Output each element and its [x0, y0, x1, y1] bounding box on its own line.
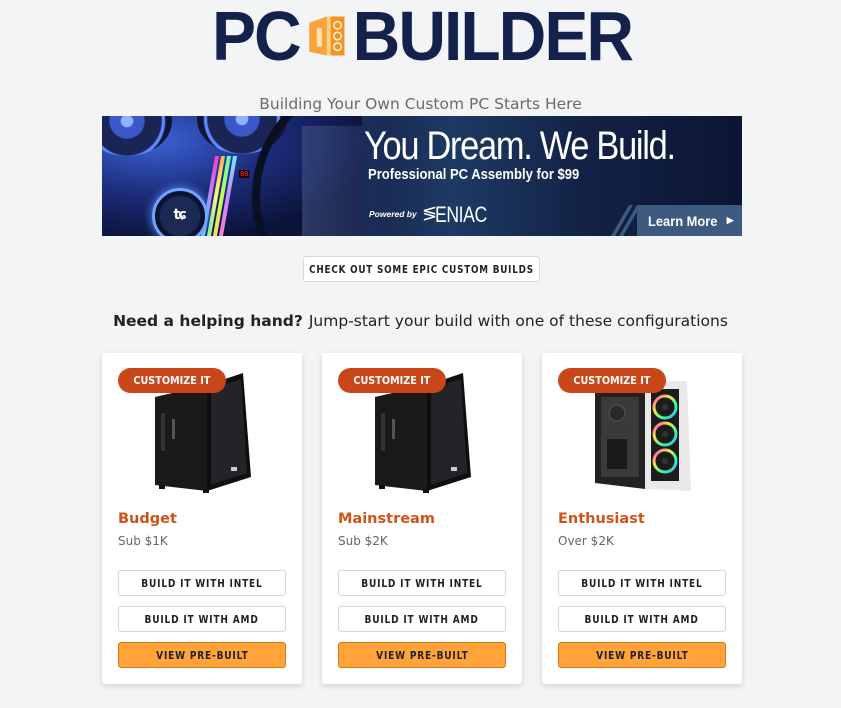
build-with-intel-button[interactable]: BUILD IT WITH INTEL — [338, 570, 506, 596]
partner-name: ENIAC — [435, 202, 487, 227]
card-subtitle: Sub $2K — [338, 534, 388, 548]
customize-it-badge[interactable]: CUSTOMIZE IT — [118, 368, 226, 393]
site-logo[interactable]: PC BUILDER — [212, 0, 634, 75]
helper-rest: Jump-start your build with one of these … — [308, 312, 728, 330]
customize-it-badge[interactable]: CUSTOMIZE IT — [338, 368, 446, 393]
debug-led: 80 — [239, 170, 250, 178]
card-title[interactable]: Enthusiast — [558, 511, 645, 527]
fan-graphic — [102, 116, 172, 156]
logo-text-builder: BUILDER — [352, 0, 634, 75]
pump-graphic: ʨ — [152, 188, 208, 236]
view-prebuilt-button[interactable]: VIEW PRE-BUILT — [338, 642, 506, 668]
build-with-intel-button[interactable]: BUILD IT WITH INTEL — [118, 570, 286, 596]
button-label: BUILD IT WITH AMD — [584, 612, 700, 626]
logo-text-pc: PC — [212, 0, 302, 75]
build-with-intel-button[interactable]: BUILD IT WITH INTEL — [558, 570, 726, 596]
button-label: BUILD IT WITH INTEL — [361, 576, 483, 590]
helper-text: Need a helping hand? Jump-start your buil… — [0, 312, 841, 330]
pc-case-icon — [308, 16, 345, 56]
build-with-amd-button[interactable]: BUILD IT WITH AMD — [558, 606, 726, 632]
badge-label: CUSTOMIZE IT — [573, 374, 651, 387]
learn-more-button[interactable]: Learn More ▶ — [637, 205, 742, 236]
epic-custom-builds-label: CHECK OUT SOME EPIC CUSTOM BUILDS — [309, 262, 534, 276]
config-card-enthusiast: CUSTOMIZE IT Enthusiast Over $2K BUILD I… — [542, 353, 742, 684]
button-label: VIEW PRE-BUILT — [375, 648, 469, 662]
caret-right-icon: ▶ — [726, 215, 734, 225]
tagline: Building Your Own Custom PC Starts Here — [259, 95, 582, 113]
button-label: BUILD IT WITH AMD — [364, 612, 480, 626]
badge-label: CUSTOMIZE IT — [133, 374, 211, 387]
button-label: VIEW PRE-BUILT — [595, 648, 689, 662]
button-label: BUILD IT WITH INTEL — [141, 576, 263, 590]
epic-custom-builds-button[interactable]: CHECK OUT SOME EPIC CUSTOM BUILDS — [303, 256, 540, 282]
button-label: VIEW PRE-BUILT — [155, 648, 249, 662]
config-card-mainstream: CUSTOMIZE IT Mainstream Sub $2K BUILD IT… — [322, 353, 522, 684]
build-with-amd-button[interactable]: BUILD IT WITH AMD — [338, 606, 506, 632]
banner-subheadline: Professional PC Assembly for $99 — [368, 167, 580, 183]
view-prebuilt-button[interactable]: VIEW PRE-BUILT — [558, 642, 726, 668]
helper-bold: Need a helping hand? — [113, 312, 303, 330]
case-panel-graphic — [302, 126, 362, 236]
promo-banner[interactable]: 80 ʨ You Dream. We Build. Professional P… — [102, 116, 742, 236]
learn-more-label: Learn More — [648, 212, 718, 229]
banner-headline: You Dream. We Build. — [364, 124, 676, 168]
card-title[interactable]: Budget — [118, 511, 177, 527]
view-prebuilt-button[interactable]: VIEW PRE-BUILT — [118, 642, 286, 668]
button-label: BUILD IT WITH INTEL — [581, 576, 703, 590]
card-subtitle: Sub $1K — [118, 534, 168, 548]
card-title[interactable]: Mainstream — [338, 511, 435, 527]
button-label: BUILD IT WITH AMD — [144, 612, 260, 626]
config-card-budget: CUSTOMIZE IT Budget Sub $1K BUILD IT WIT… — [102, 353, 302, 684]
customize-it-badge[interactable]: CUSTOMIZE IT — [558, 368, 666, 393]
build-with-amd-button[interactable]: BUILD IT WITH AMD — [118, 606, 286, 632]
badge-label: CUSTOMIZE IT — [353, 374, 431, 387]
powered-by-label: Powered by — [369, 209, 417, 219]
card-subtitle: Over $2K — [558, 534, 614, 548]
banner-photo: 80 ʨ — [102, 116, 362, 236]
thermaltake-logo-icon: ʨ — [173, 207, 187, 223]
